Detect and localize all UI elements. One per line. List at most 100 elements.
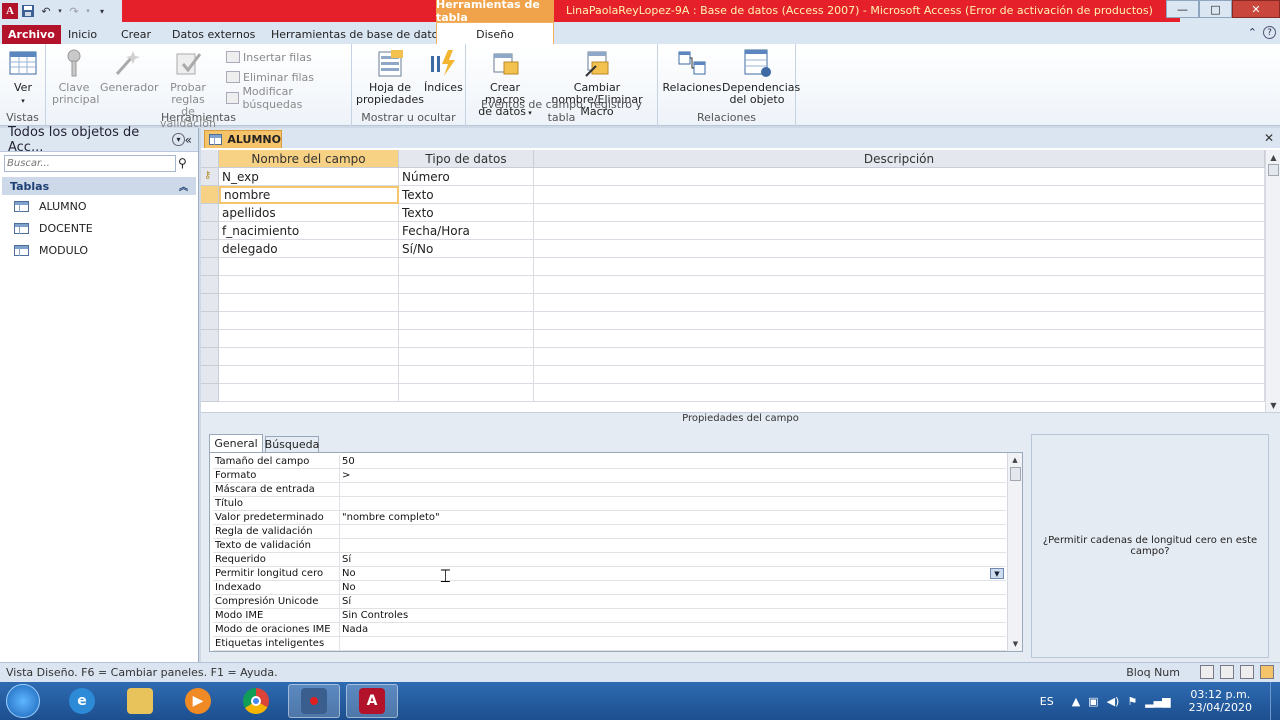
tab-file[interactable]: Archivo [2, 25, 61, 44]
scroll-up-icon[interactable]: ▲ [1008, 453, 1022, 467]
delete-rows-button[interactable]: Eliminar filas [226, 68, 314, 86]
property-row-smart-tags[interactable]: Etiquetas inteligentes [213, 637, 1006, 651]
column-header-data-type[interactable]: Tipo de datos [399, 150, 534, 168]
property-value[interactable]: Sí [339, 553, 1006, 567]
property-row-ime-mode[interactable]: Modo IME Sin Controles [213, 609, 1006, 623]
property-value[interactable] [339, 525, 1006, 539]
property-value[interactable]: Sin Controles [339, 609, 1006, 623]
show-hidden-icons-icon[interactable]: ▲ [1072, 695, 1080, 708]
row-selector[interactable] [201, 294, 219, 312]
table-row-empty[interactable] [201, 258, 1265, 276]
tab-database-tools[interactable]: Herramientas de base de datos [265, 25, 450, 44]
design-view-icon[interactable] [1260, 665, 1274, 679]
maximize-button[interactable]: □ [1199, 0, 1232, 18]
property-value[interactable]: "nombre completo" [339, 511, 1006, 525]
table-row-empty[interactable] [201, 348, 1265, 366]
row-selector-header[interactable] [201, 150, 219, 168]
pivotchart-view-icon[interactable] [1240, 665, 1254, 679]
field-name-cell[interactable] [219, 366, 399, 384]
pivottable-view-icon[interactable] [1220, 665, 1234, 679]
description-cell[interactable] [534, 348, 1265, 366]
table-row-empty[interactable] [201, 276, 1265, 294]
nav-item-docente[interactable]: DOCENTE [0, 217, 198, 239]
action-center-flag-icon[interactable]: ⚑ [1127, 695, 1137, 708]
row-selector[interactable] [201, 366, 219, 384]
property-row-field-size[interactable]: Tamaño del campo 50 [213, 455, 1006, 469]
column-header-field-name[interactable]: Nombre del campo [219, 150, 399, 168]
property-value[interactable] [339, 497, 1006, 511]
row-selector[interactable] [201, 204, 219, 222]
view-button[interactable]: Ver ▾ [6, 48, 40, 107]
description-cell[interactable] [534, 312, 1265, 330]
field-name-cell[interactable] [219, 384, 399, 402]
clock[interactable]: 03:12 p.m. 23/04/2020 [1189, 688, 1252, 714]
close-button[interactable]: ✕ [1232, 0, 1280, 18]
undo-icon[interactable]: ↶ [38, 3, 54, 19]
data-type-cell[interactable] [399, 312, 534, 330]
data-type-cell[interactable]: Texto [399, 186, 534, 204]
access-logo-icon[interactable]: A [2, 3, 18, 19]
property-row-allow-zero-length[interactable]: Permitir longitud cero No ▼ [213, 567, 1006, 581]
tab-lookup[interactable]: Búsqueda [265, 436, 319, 452]
data-type-cell[interactable]: Sí/No [399, 240, 534, 258]
property-sheet-button[interactable]: Hoja de propiedades [356, 48, 424, 106]
language-indicator[interactable]: ES [1040, 695, 1054, 708]
tab-home[interactable]: Inicio [62, 25, 103, 44]
show-desktop-button[interactable] [1270, 682, 1280, 720]
description-cell[interactable] [534, 366, 1265, 384]
data-type-cell[interactable] [399, 384, 534, 402]
relationships-button[interactable]: Relaciones [662, 48, 722, 94]
field-name-cell[interactable] [219, 258, 399, 276]
tab-general[interactable]: General [209, 434, 263, 452]
property-value[interactable]: > [339, 469, 1006, 483]
minimize-ribbon-icon[interactable]: ⌃ [1248, 26, 1257, 39]
data-type-cell[interactable] [399, 366, 534, 384]
property-row-indexed[interactable]: Indexado No [213, 581, 1006, 595]
builder-button[interactable]: Generador [100, 48, 159, 94]
grid-vertical-scrollbar[interactable]: ▲ ▼ [1265, 150, 1280, 412]
minimize-button[interactable]: — [1166, 0, 1199, 18]
table-row-empty[interactable] [201, 384, 1265, 402]
row-selector[interactable] [201, 312, 219, 330]
close-document-icon[interactable]: ✕ [1264, 131, 1274, 145]
table-row-empty[interactable] [201, 366, 1265, 384]
description-cell[interactable] [534, 384, 1265, 402]
row-selector[interactable]: ⚷ [201, 168, 219, 186]
insert-rows-button[interactable]: Insertar filas [226, 48, 312, 66]
property-list-scrollbar[interactable]: ▲ ▼ [1007, 453, 1022, 651]
field-name-cell[interactable]: delegado [219, 240, 399, 258]
redo-dropdown-icon[interactable]: ▾ [84, 3, 92, 19]
redo-icon[interactable]: ↷ [66, 3, 82, 19]
property-row-required[interactable]: Requerido Sí [213, 553, 1006, 567]
table-row[interactable]: delegado Sí/No [201, 240, 1265, 258]
table-row-empty[interactable] [201, 330, 1265, 348]
chevron-down-icon[interactable]: ▼ [990, 568, 1004, 579]
nav-item-alumno[interactable]: ALUMNO [0, 195, 198, 217]
row-selector[interactable] [201, 384, 219, 402]
tab-design[interactable]: Diseño [436, 22, 554, 45]
scroll-thumb[interactable] [1267, 164, 1279, 176]
data-type-cell[interactable]: Fecha/Hora [399, 222, 534, 240]
property-row-validation-rule[interactable]: Regla de validación [213, 525, 1006, 539]
description-cell[interactable] [534, 294, 1265, 312]
table-row[interactable]: apellidos Texto [201, 204, 1265, 222]
description-cell[interactable] [534, 276, 1265, 294]
description-cell[interactable] [534, 330, 1265, 348]
nav-search-input[interactable] [4, 154, 176, 172]
description-cell[interactable] [534, 186, 1265, 204]
network-device-icon[interactable]: ▣ [1088, 695, 1098, 708]
field-name-cell[interactable] [219, 312, 399, 330]
help-icon[interactable]: ? [1263, 26, 1276, 39]
column-header-description[interactable]: Descripción [534, 150, 1265, 168]
row-selector[interactable] [201, 186, 219, 204]
property-value[interactable] [339, 483, 1006, 497]
datasheet-view-icon[interactable] [1200, 665, 1214, 679]
property-value[interactable] [339, 539, 1006, 553]
nav-group-tables[interactable]: Tablas ︽ [2, 177, 196, 195]
undo-dropdown-icon[interactable]: ▾ [56, 3, 64, 19]
row-selector[interactable] [201, 348, 219, 366]
object-dependencies-button[interactable]: Dependencias del objeto [722, 48, 800, 106]
row-selector[interactable] [201, 240, 219, 258]
nav-menu-dropdown-icon[interactable]: ▾ [172, 133, 185, 146]
property-row-format[interactable]: Formato > [213, 469, 1006, 483]
